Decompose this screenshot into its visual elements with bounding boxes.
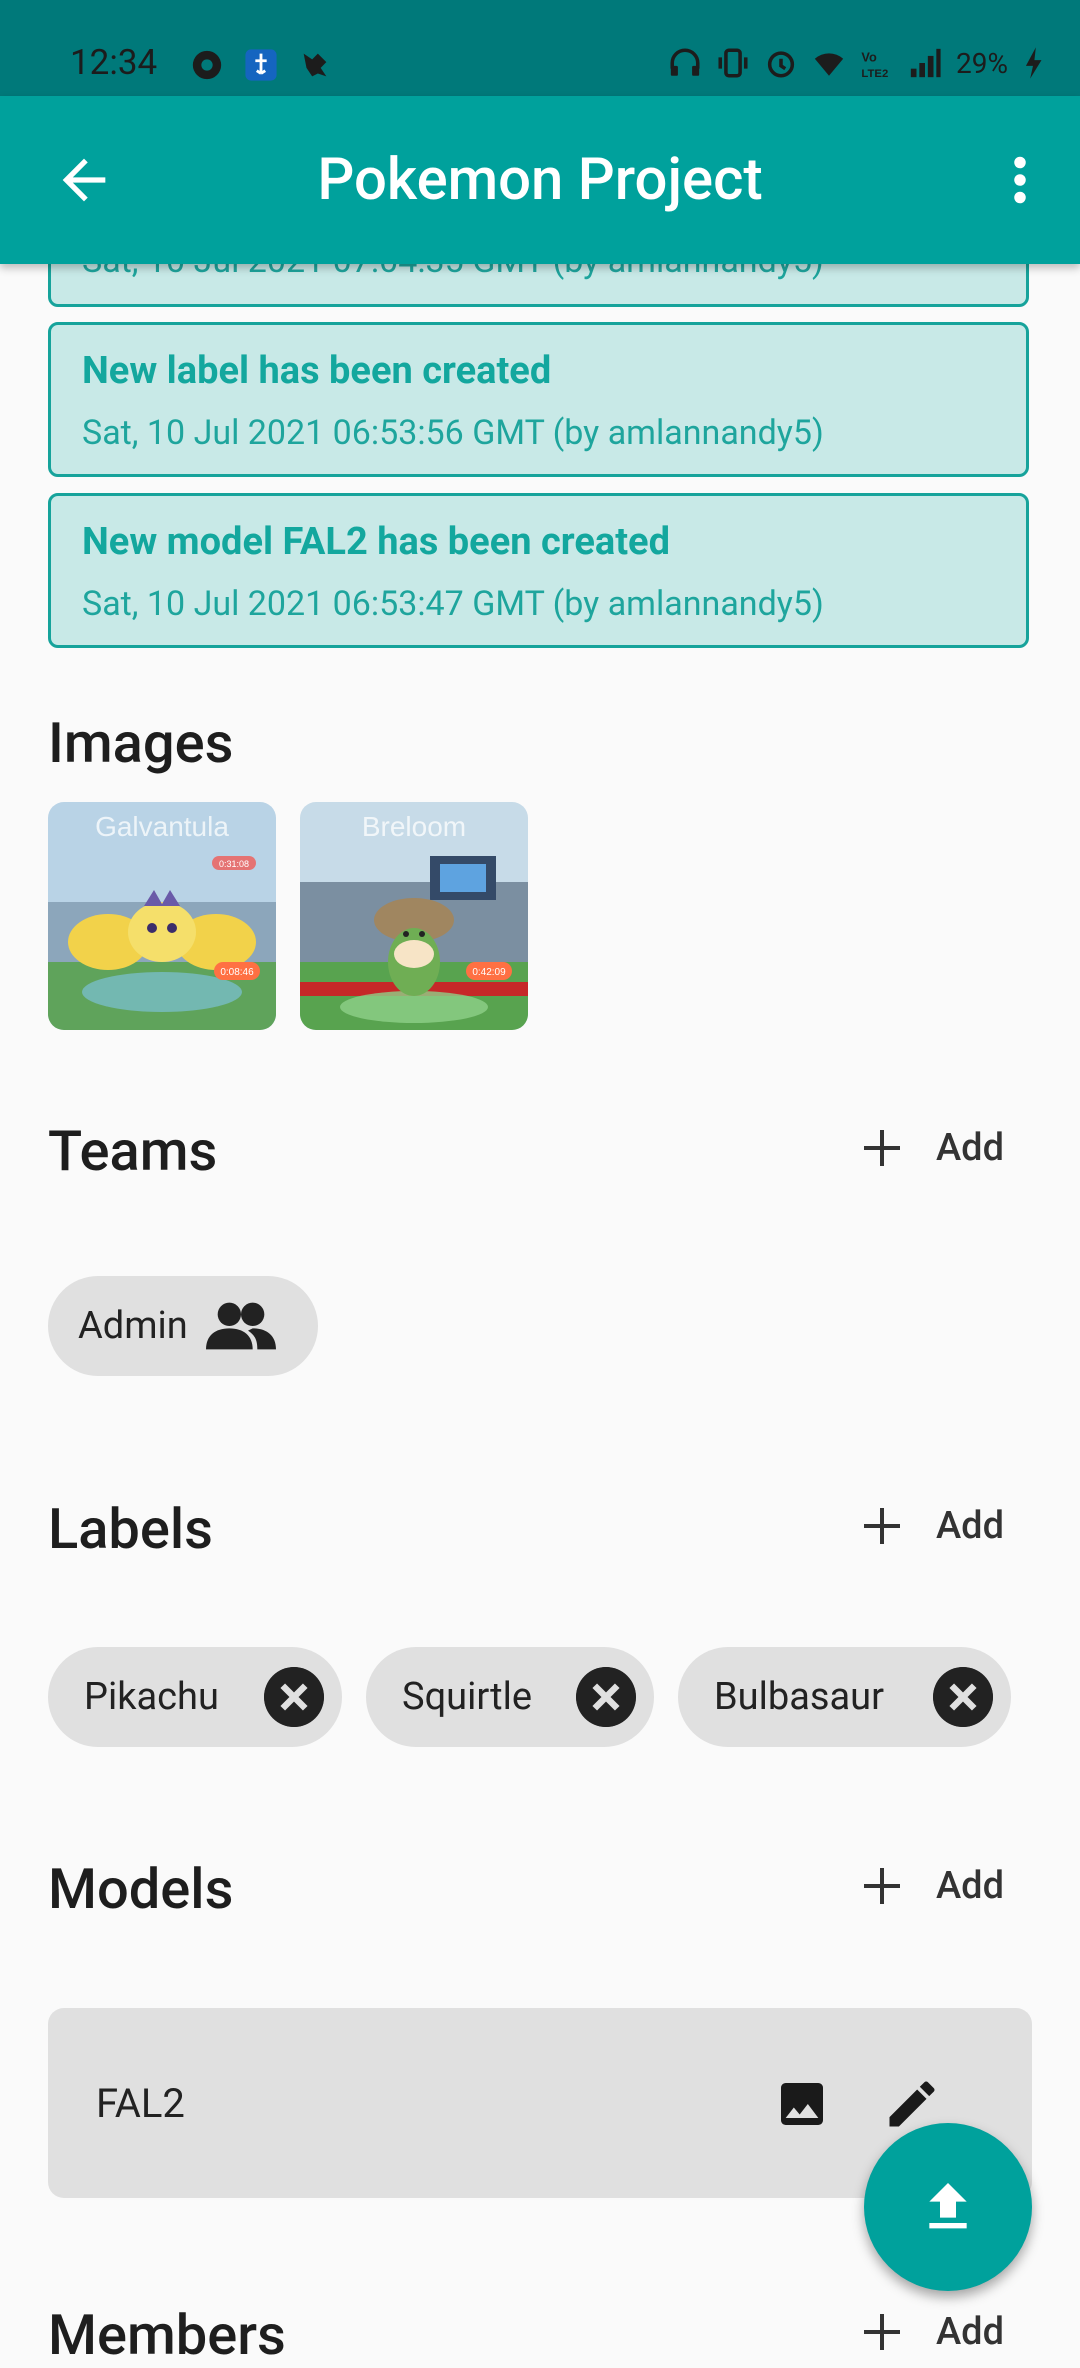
plus-icon bbox=[863, 1868, 900, 1904]
add-team-button[interactable]: Add bbox=[858, 1124, 1004, 1172]
remove-label-icon[interactable] bbox=[933, 1667, 993, 1727]
status-icons-right: Vo LTE2 29% bbox=[668, 46, 1044, 80]
remove-label-icon[interactable] bbox=[576, 1667, 636, 1727]
status-time: 12:34 bbox=[70, 42, 158, 83]
activity-title: New label has been created bbox=[82, 349, 552, 393]
add-label-button[interactable]: Add bbox=[858, 1502, 1004, 1550]
app-bar: Pokemon Project bbox=[0, 96, 1080, 264]
activity-card: New model FAL2 has been created Sat, 10 … bbox=[48, 493, 1029, 648]
labels-section-title: Labels bbox=[48, 1496, 213, 1562]
vibrate-icon bbox=[718, 48, 748, 78]
upload-icon bbox=[929, 2183, 967, 2229]
add-member-label: Add bbox=[935, 2310, 1004, 2354]
upload-fab[interactable] bbox=[864, 2123, 1032, 2291]
battery-charging-icon bbox=[1025, 47, 1042, 79]
label-chip-pikachu: Pikachu bbox=[48, 1647, 342, 1747]
activity-card: New label has been created Sat, 10 Jul 2… bbox=[48, 322, 1029, 477]
svg-text:Vo: Vo bbox=[861, 50, 877, 65]
volte-icon: Vo LTE2 bbox=[861, 50, 888, 80]
usb-icon bbox=[245, 49, 277, 81]
group-icon bbox=[205, 1302, 276, 1350]
image-subtimer: 0:31:08 bbox=[219, 859, 249, 869]
galvantula-image: 0:31:08 0:08:46 Galvantula bbox=[48, 802, 276, 1030]
label-chip-bulbasaur: Bulbasaur bbox=[678, 1647, 1011, 1747]
page-title: Pokemon Project bbox=[317, 146, 763, 214]
plus-icon bbox=[863, 2314, 900, 2350]
image-caption: Breloom bbox=[362, 811, 466, 842]
add-model-label: Add bbox=[935, 1864, 1004, 1908]
app-icon bbox=[303, 53, 327, 77]
team-chip-admin[interactable]: Admin bbox=[48, 1276, 318, 1376]
headphones-icon bbox=[670, 48, 700, 76]
team-chip-label: Admin bbox=[78, 1304, 188, 1348]
teams-section-title: Teams bbox=[48, 1118, 218, 1184]
image-timer: 0:08:46 bbox=[220, 967, 254, 978]
status-icons-left bbox=[190, 48, 332, 82]
image-thumbnail-breloom[interactable]: 0:42:09 Breloom bbox=[300, 802, 528, 1030]
plus-icon bbox=[863, 1508, 900, 1544]
breloom-image: 0:42:09 Breloom bbox=[300, 802, 528, 1030]
remove-label-icon[interactable] bbox=[264, 1667, 324, 1727]
signal-icon bbox=[910, 48, 941, 78]
battery-percent: 29% bbox=[956, 46, 1008, 80]
status-bar: 12:34 Vo LTE2 29% bbox=[0, 0, 1080, 96]
label-chip-squirtle: Squirtle bbox=[366, 1647, 654, 1747]
label-chip-label: Bulbasaur bbox=[714, 1675, 884, 1719]
activity-title: New model FAL2 has been created bbox=[82, 520, 670, 564]
add-team-label: Add bbox=[935, 1126, 1004, 1170]
activity-meta: Sat, 10 Jul 2021 06:53:56 GMT (by amlann… bbox=[82, 413, 824, 453]
images-section-title: Images bbox=[48, 710, 234, 776]
media-icon bbox=[192, 50, 222, 80]
models-section-title: Models bbox=[48, 1856, 234, 1922]
image-timer: 0:42:09 bbox=[472, 967, 506, 978]
label-chip-label: Squirtle bbox=[402, 1675, 532, 1719]
label-chip-label: Pikachu bbox=[84, 1675, 219, 1719]
plus-icon bbox=[863, 1130, 900, 1166]
wifi-icon bbox=[814, 53, 844, 76]
add-model-button[interactable]: Add bbox=[858, 1862, 1004, 1910]
activity-meta: Sat, 10 Jul 2021 06:53:47 GMT (by amlann… bbox=[82, 584, 824, 624]
svg-text:LTE2: LTE2 bbox=[861, 68, 888, 80]
image-thumbnail-galvantula[interactable]: 0:31:08 0:08:46 Galvantula bbox=[48, 802, 276, 1030]
add-label-label: Add bbox=[935, 1504, 1004, 1548]
image-caption: Galvantula bbox=[95, 811, 229, 842]
more-vert-icon[interactable] bbox=[990, 150, 1050, 210]
add-member-button[interactable]: Add bbox=[858, 2308, 1004, 2356]
model-name: FAL2 bbox=[96, 2080, 185, 2127]
members-section-title: Members bbox=[48, 2302, 286, 2368]
image-icon[interactable] bbox=[774, 2076, 830, 2132]
alarm-icon bbox=[767, 51, 795, 78]
